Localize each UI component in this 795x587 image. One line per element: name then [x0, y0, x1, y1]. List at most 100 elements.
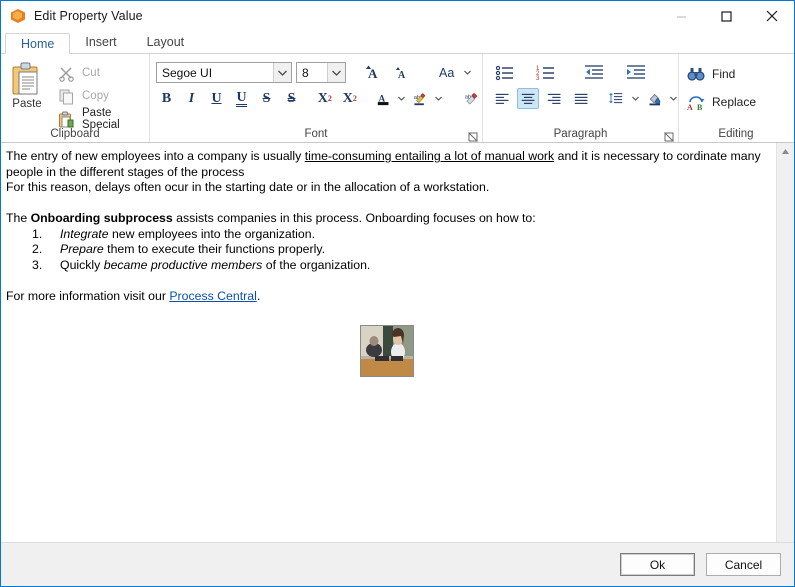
italic-button[interactable]: I — [181, 88, 202, 109]
bullets-button[interactable] — [491, 62, 518, 83]
list-item-number: 2. — [32, 242, 43, 256]
close-button[interactable] — [749, 1, 794, 31]
list-item-number: 1. — [32, 226, 43, 241]
vertical-scrollbar[interactable] — [776, 143, 794, 542]
font-family-combo[interactable]: Segoe UI — [156, 62, 292, 83]
svg-text:3: 3 — [536, 76, 540, 81]
superscript-button[interactable]: X2 — [314, 88, 335, 109]
underline-button[interactable]: U — [206, 88, 227, 109]
maximize-button[interactable] — [704, 1, 749, 31]
superscript-exponent: 2 — [327, 94, 332, 103]
double-underline-label: U — [236, 89, 247, 107]
rich-text-editor[interactable]: The entry of new employees into a compan… — [1, 143, 776, 542]
font-size-combo[interactable]: 8 — [296, 62, 346, 83]
copy-label: Copy — [82, 90, 109, 102]
copy-button[interactable]: Copy — [53, 86, 149, 106]
para4-part-a: For more information visit our — [6, 288, 170, 303]
clipboard-group-label: Clipboard — [50, 128, 100, 140]
svg-text:B: B — [697, 103, 703, 111]
change-case-label: Aa — [439, 65, 455, 80]
superscript-label: X — [317, 90, 328, 106]
list-item-rest: of the organization. — [262, 257, 371, 272]
double-underline-button[interactable]: U — [231, 88, 252, 109]
clear-formatting-button[interactable]: ab — [460, 88, 482, 109]
paragraph-4: For more information visit our Process C… — [6, 289, 768, 305]
tab-home[interactable]: Home — [5, 33, 71, 54]
numbering-button[interactable]: 123 — [532, 62, 559, 83]
shading-button[interactable] — [644, 88, 666, 109]
double-strikethrough-button[interactable]: S — [281, 88, 302, 109]
chevron-down-icon[interactable] — [434, 88, 442, 109]
change-case-button[interactable]: Aa — [435, 62, 458, 83]
scroll-up-arrow-icon[interactable] — [777, 143, 794, 160]
strikethrough-label: S — [262, 90, 271, 106]
list-item-text: Integrate new employees into the organiz… — [60, 227, 315, 243]
replace-icon: A B — [687, 94, 705, 112]
list-item: 1. Integrate new employees into the orga… — [6, 227, 768, 243]
paste-special-button[interactable]: Paste Special — [53, 107, 149, 131]
chevron-down-icon[interactable] — [273, 63, 291, 82]
replace-button[interactable]: A B Replace — [687, 91, 793, 113]
decrease-indent-button[interactable] — [580, 62, 608, 83]
line-spacing-button[interactable] — [604, 88, 627, 109]
ribbon-group-font: Segoe UI 8 A A Aa B I U U S S X 2 X 2 A … — [149, 54, 482, 143]
para3-part-a: The — [6, 211, 31, 225]
paragraph-dialog-launcher[interactable] — [663, 129, 674, 143]
paste-icon — [10, 61, 44, 97]
increase-indent-button[interactable] — [622, 62, 650, 83]
chevron-down-icon[interactable] — [631, 88, 639, 109]
shrink-font-button[interactable]: A — [390, 62, 414, 83]
paragraph-group-label: Paragraph — [553, 128, 608, 140]
chevron-down-icon[interactable] — [327, 63, 345, 82]
underline-label: U — [211, 90, 222, 106]
find-label: Find — [712, 67, 736, 81]
chevron-down-icon[interactable] — [670, 88, 678, 109]
minimize-button[interactable] — [659, 1, 704, 31]
find-button[interactable]: Find — [687, 63, 793, 85]
list-item: 3. Quickly became productive members of … — [6, 258, 768, 274]
subscript-index: 2 — [352, 94, 357, 103]
font-dialog-launcher[interactable] — [467, 129, 478, 143]
font-color-button[interactable]: A — [373, 88, 394, 109]
align-center-button[interactable] — [517, 88, 540, 109]
italic-label: I — [188, 90, 195, 106]
subscript-button[interactable]: X2 — [339, 88, 360, 109]
grow-font-button[interactable]: A — [360, 62, 386, 83]
chevron-down-icon[interactable] — [398, 88, 406, 109]
list-item-text: Quickly became productive members of the… — [60, 258, 370, 274]
ribbon: Paste Cut Copy Paste Special Clipboard S… — [1, 54, 794, 143]
bold-button[interactable]: B — [156, 88, 177, 109]
svg-text:A: A — [687, 103, 693, 111]
paste-special-icon — [58, 111, 75, 128]
strikethrough-button[interactable]: S — [256, 88, 277, 109]
para3-part-b: assists companies in this process. Onboa… — [172, 211, 536, 225]
tab-layout[interactable]: Layout — [132, 32, 200, 53]
edit-property-value-window: Edit Property Value Home Insert Layout P… — [0, 0, 795, 587]
interview-photo[interactable] — [360, 325, 414, 377]
highlight-color-button[interactable]: ab — [409, 88, 430, 109]
cancel-button[interactable]: Cancel — [706, 553, 781, 576]
font-family-value: Segoe UI — [162, 65, 213, 80]
ribbon-group-editing: Find A B Replace Editing — [678, 54, 793, 142]
list-item-number: 3. — [32, 257, 43, 272]
paragraph-3: The Onboarding subprocess assists compan… — [6, 211, 768, 227]
align-left-button[interactable] — [491, 88, 513, 109]
subscript-label: X — [342, 90, 353, 106]
tab-insert[interactable]: Insert — [70, 32, 131, 53]
justify-button[interactable] — [570, 88, 592, 109]
font-group-label: Font — [304, 128, 328, 140]
font-size-value: 8 — [302, 65, 309, 80]
svg-text:A: A — [378, 93, 385, 103]
align-right-button[interactable] — [543, 88, 565, 109]
ok-button[interactable]: Ok — [620, 553, 695, 576]
double-strikethrough-label: S — [287, 90, 296, 106]
ribbon-group-paragraph: 123 Paragraph — [482, 54, 678, 143]
binoculars-icon — [687, 66, 705, 83]
list-item-rest: them to execute their functions properly… — [103, 242, 325, 256]
cut-button[interactable]: Cut — [53, 63, 149, 83]
paragraph-2: For this reason, delays often ocur in th… — [6, 180, 490, 194]
process-central-link[interactable]: Process Central — [169, 289, 256, 303]
chevron-down-icon[interactable] — [462, 62, 473, 83]
